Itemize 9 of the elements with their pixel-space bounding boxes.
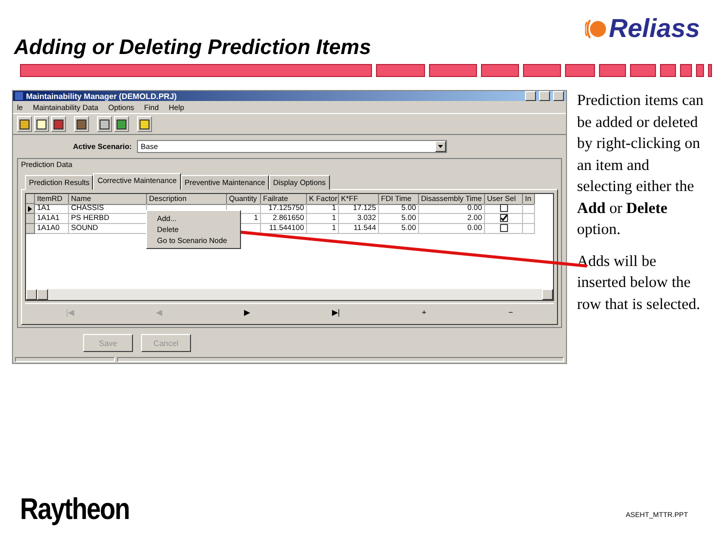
window-title: Maintainability Manager (DEMOLD.PRJ)	[26, 92, 178, 100]
navigator-button[interactable]: ▶	[240, 308, 254, 317]
navigator-button[interactable]: ▶|	[328, 308, 344, 317]
navigator-button[interactable]: +	[418, 308, 430, 317]
slide-title: Adding or Deleting Prediction Items	[14, 36, 372, 60]
footer-logo: Raytheon	[20, 493, 130, 527]
logo-text: Reliass	[608, 13, 700, 44]
navigator-button[interactable]: −	[504, 308, 517, 317]
note-text: Prediction items can be added or deleted by right-clicking on an item and selecting either the Add or Delete option.	[577, 91, 705, 240]
